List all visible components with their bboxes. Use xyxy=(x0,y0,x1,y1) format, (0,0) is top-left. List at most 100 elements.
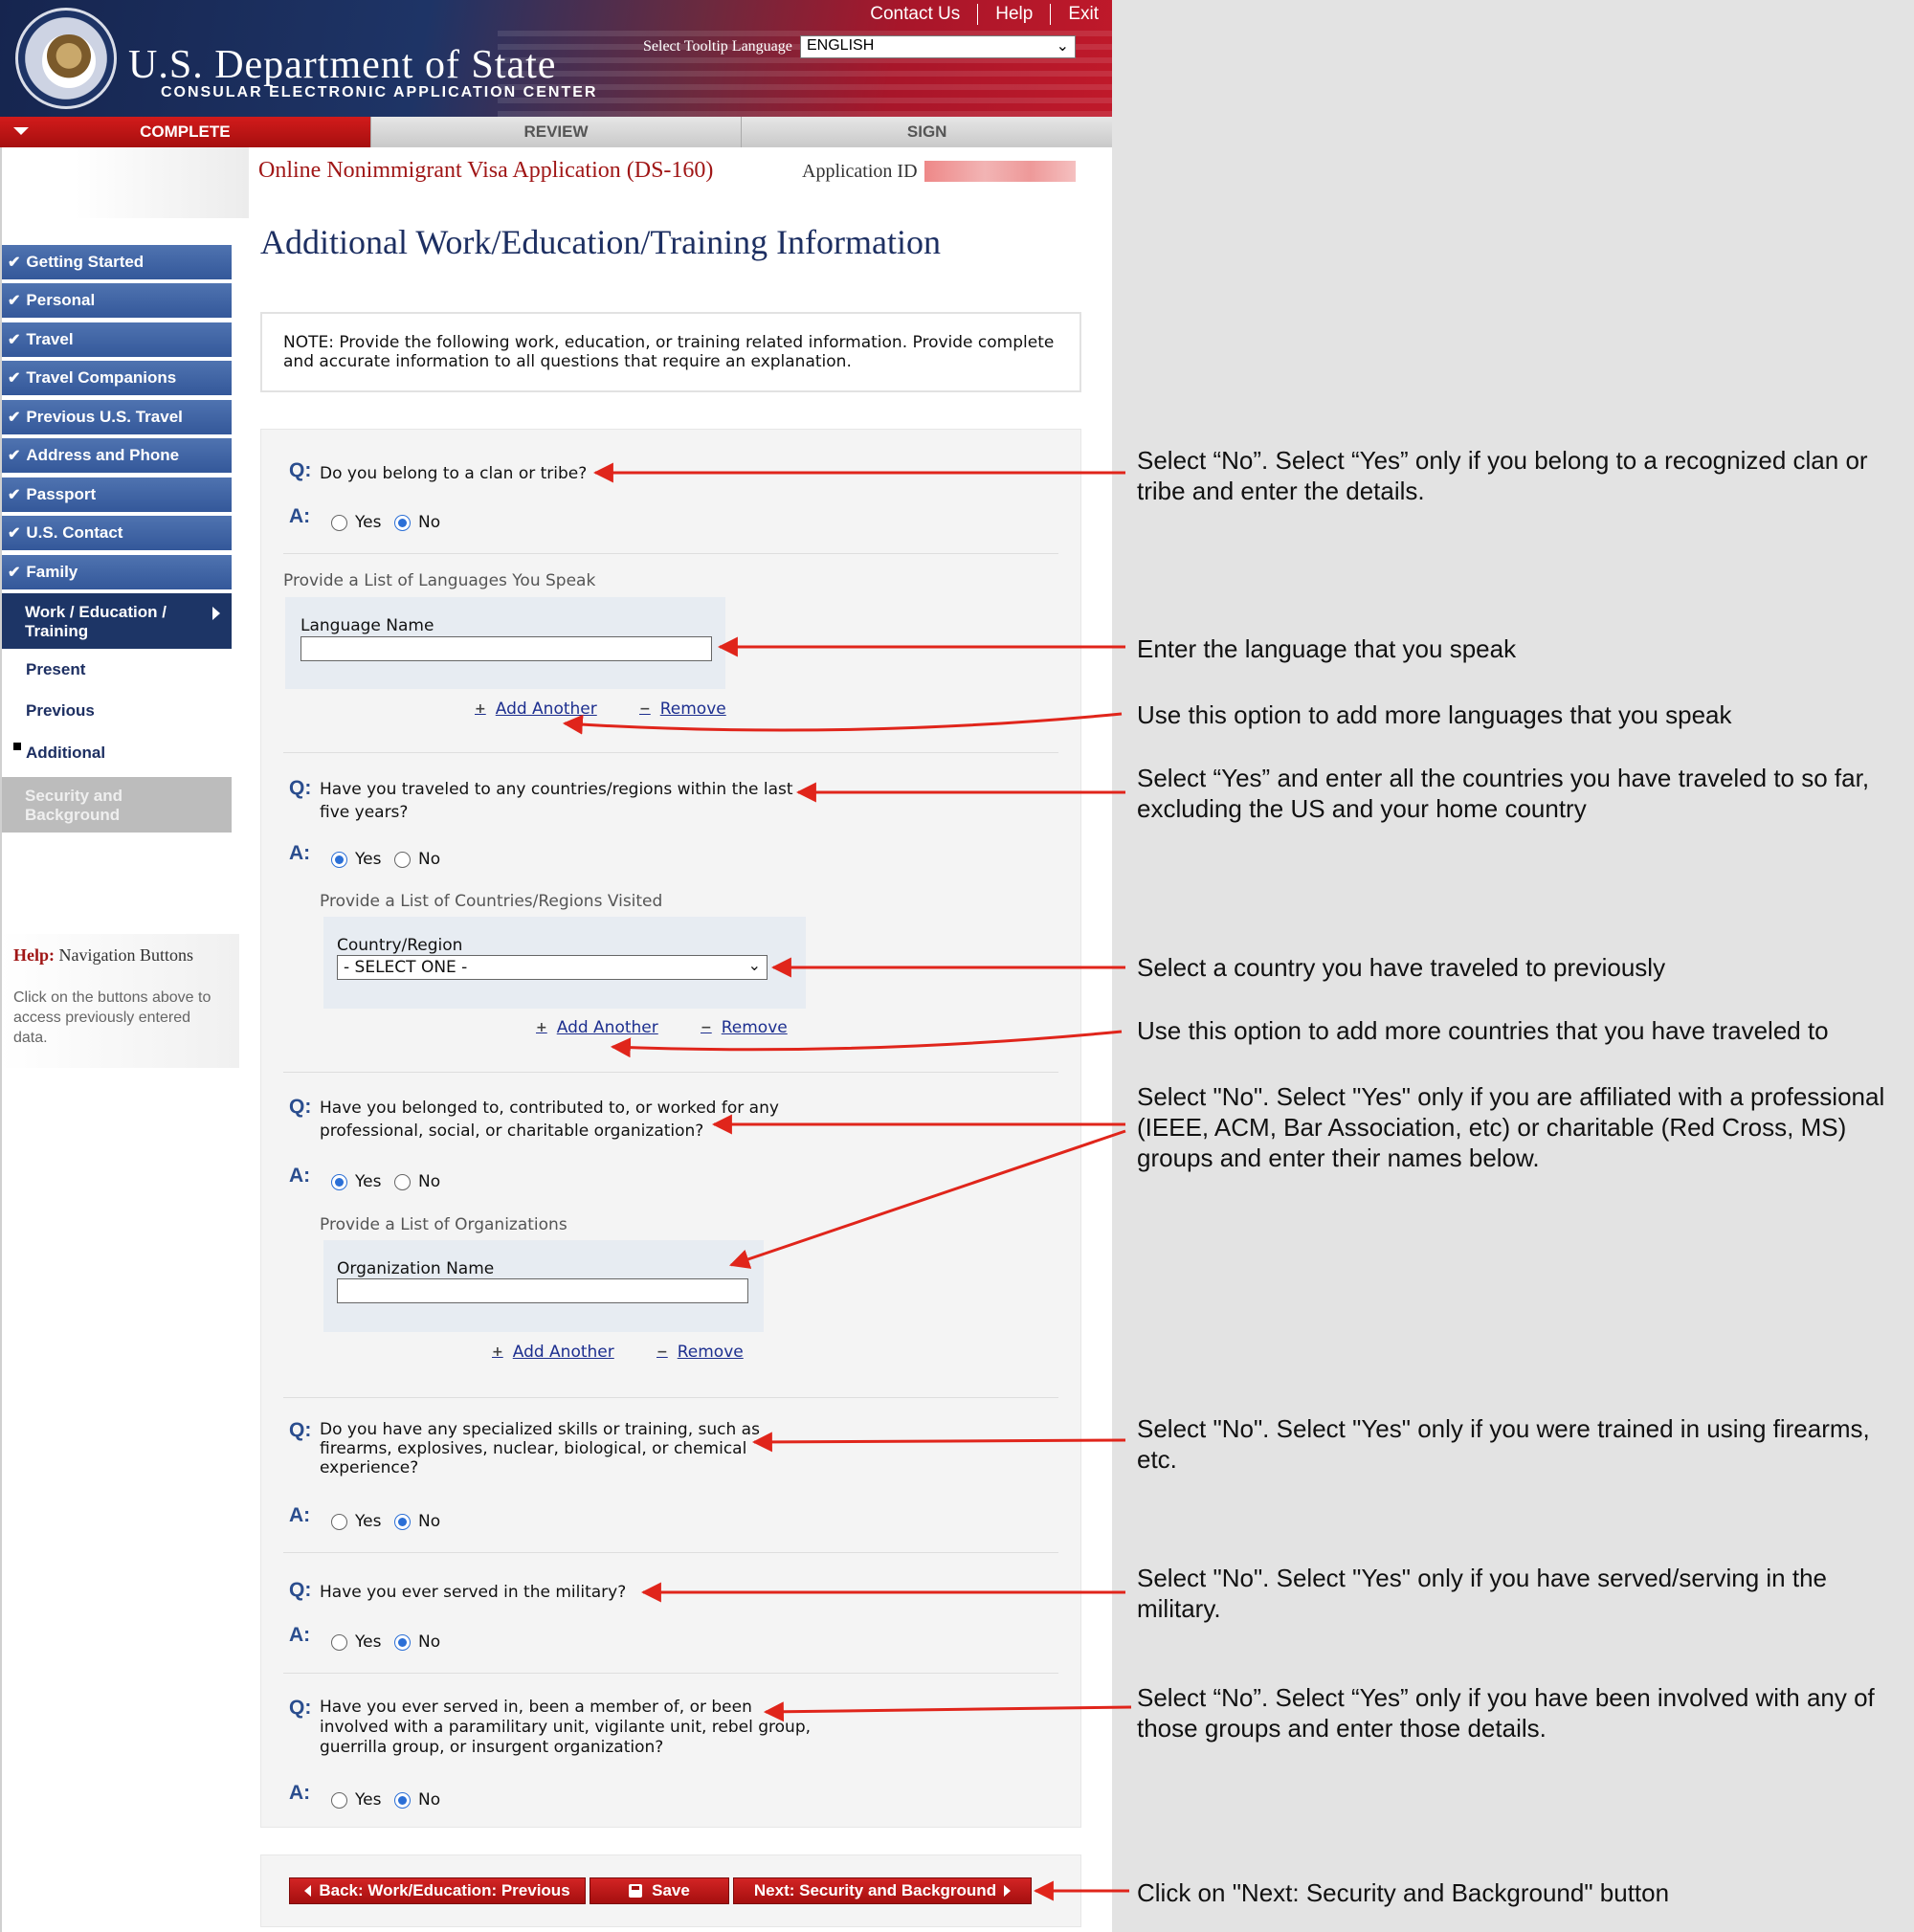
application-title: Online Nonimmigrant Visa Application (DS… xyxy=(258,158,714,183)
add-country-link[interactable]: + Add Another xyxy=(536,1018,658,1037)
annotation-clan: Select “No”. Select “Yes” only if you be… xyxy=(1137,446,1868,505)
answer-marker: A: xyxy=(289,505,311,527)
sidebar-item-work-education[interactable]: Work / Education / Training xyxy=(0,593,232,649)
top-links: Contact Us Help Exit xyxy=(853,4,1099,25)
sidebar-item-getting-started[interactable]: ✔ Getting Started xyxy=(0,245,232,281)
country-region-select[interactable]: - SELECT ONE - ⌄ xyxy=(337,955,768,980)
annotation-add-country: Use this option to add more countries th… xyxy=(1137,1016,1829,1045)
sidebar-item-label: Passport xyxy=(26,485,97,503)
annotation-add-language: Use this option to add more languages th… xyxy=(1137,700,1732,729)
minus-icon: − xyxy=(639,701,651,717)
traveled-no-radio[interactable]: No xyxy=(394,850,440,869)
help-title-bold: Help: xyxy=(13,945,55,965)
radio-selected-icon xyxy=(331,851,347,868)
sidebar-item-personal[interactable]: ✔ Personal xyxy=(0,283,232,320)
check-icon: ✔ xyxy=(8,487,21,503)
sidebar-subitem-previous[interactable]: Previous xyxy=(26,701,95,721)
next-button[interactable]: Next: Security and Background xyxy=(733,1877,1032,1904)
radio-label: No xyxy=(418,513,441,532)
languages-heading: Provide a List of Languages You Speak xyxy=(283,571,596,590)
application-id-redacted xyxy=(924,161,1076,182)
sidebar-item-label: Security and xyxy=(25,787,123,805)
remove-organization-link[interactable]: − Remove xyxy=(657,1343,744,1362)
tooltip-language-select[interactable]: ENGLISH ⌄ xyxy=(800,35,1076,58)
question-skills: Do you have any specialized skills or tr… xyxy=(320,1420,760,1477)
add-language-link[interactable]: + Add Another xyxy=(475,700,597,719)
annotation-military: Select "No". Select "Yes" only if you ha… xyxy=(1137,1564,1828,1623)
save-button[interactable]: Save xyxy=(590,1877,729,1904)
help-link[interactable]: Help xyxy=(978,4,1052,25)
link-label: Remove xyxy=(659,700,726,719)
answer-marker: A: xyxy=(289,1624,311,1646)
sidebar-item-family[interactable]: ✔ Family xyxy=(0,555,232,591)
save-disk-icon xyxy=(629,1884,643,1898)
help-title-text: Navigation Buttons xyxy=(58,945,194,965)
check-icon: ✔ xyxy=(8,448,21,464)
sidebar-item-us-contact[interactable]: ✔ U.S. Contact xyxy=(0,516,232,552)
radio-label: Yes xyxy=(355,1632,382,1652)
sidebar-top xyxy=(0,147,249,218)
remove-country-link[interactable]: − Remove xyxy=(701,1018,788,1037)
radio-label: Yes xyxy=(355,850,382,869)
minus-icon: − xyxy=(657,1344,668,1360)
radio-selected-icon xyxy=(394,514,411,531)
sidebar-item-security-background[interactable]: Security and Background xyxy=(0,777,232,833)
check-icon: ✔ xyxy=(8,370,21,387)
tab-review[interactable]: REVIEW xyxy=(369,117,742,147)
radio-selected-icon xyxy=(394,1513,411,1530)
page-left-border xyxy=(0,147,2,1932)
divider xyxy=(283,553,1058,554)
button-label: Back: Work/Education: Previous xyxy=(319,1881,570,1899)
divider xyxy=(283,1673,1058,1674)
radio-icon xyxy=(331,1791,347,1809)
question-marker: Q: xyxy=(289,1096,312,1118)
exit-link[interactable]: Exit xyxy=(1051,4,1099,25)
sidebar-item-passport[interactable]: ✔ Passport xyxy=(0,477,232,514)
organization-no-radio[interactable]: No xyxy=(394,1172,440,1191)
question-military: Have you ever served in the military? xyxy=(320,1583,627,1602)
back-button[interactable]: Back: Work/Education: Previous xyxy=(289,1877,586,1904)
sidebar-subitem-additional[interactable]: Additional xyxy=(26,744,105,763)
clan-no-radio[interactable]: No xyxy=(394,513,440,532)
sidebar-item-previous-us-travel[interactable]: ✔ Previous U.S. Travel xyxy=(0,400,232,436)
remove-language-link[interactable]: − Remove xyxy=(639,700,726,719)
application-id-label: Application ID xyxy=(802,161,918,182)
military-no-radio[interactable]: No xyxy=(394,1632,440,1652)
tab-sign[interactable]: SIGN xyxy=(741,117,1113,147)
question-line: involved with a paramilitary unit, vigil… xyxy=(320,1718,812,1737)
divider xyxy=(283,752,1058,753)
paramilitary-yes-radio[interactable]: Yes xyxy=(331,1790,381,1810)
tab-complete[interactable]: COMPLETE xyxy=(0,117,370,147)
clan-yes-radio[interactable]: Yes xyxy=(331,513,381,532)
question-line: firearms, explosives, nuclear, biologica… xyxy=(320,1439,747,1458)
skills-yes-radio[interactable]: Yes xyxy=(331,1512,381,1531)
question-line: experience? xyxy=(320,1458,419,1477)
language-name-input[interactable] xyxy=(300,636,712,661)
annotation-traveled: Select “Yes” and enter all the countries… xyxy=(1137,764,1870,823)
radio-selected-icon xyxy=(394,1633,411,1651)
sidebar-item-address-phone[interactable]: ✔ Address and Phone xyxy=(0,438,232,475)
sidebar-item-label: Travel Companions xyxy=(26,368,177,387)
annotation-next: Click on "Next: Security and Background"… xyxy=(1137,1878,1670,1907)
question-clan: Do you belong to a clan or tribe? xyxy=(320,464,588,483)
sidebar-item-travel[interactable]: ✔ Travel xyxy=(0,322,232,359)
tab-review-label: REVIEW xyxy=(523,122,589,141)
note-box: NOTE: Provide the following work, educat… xyxy=(260,312,1081,392)
contact-us-link[interactable]: Contact Us xyxy=(853,4,979,25)
traveled-yes-radio[interactable]: Yes xyxy=(331,850,381,869)
sidebar-item-label: Work / Education / xyxy=(25,603,167,621)
organization-yes-radio[interactable]: Yes xyxy=(331,1172,381,1191)
paramilitary-no-radio[interactable]: No xyxy=(394,1790,440,1810)
sidebar-item-travel-companions[interactable]: ✔ Travel Companions xyxy=(0,361,232,397)
military-yes-radio[interactable]: Yes xyxy=(331,1632,381,1652)
chevron-down-icon: ⌄ xyxy=(747,956,761,974)
sidebar-subitem-present[interactable]: Present xyxy=(26,660,85,679)
organization-name-input[interactable] xyxy=(337,1278,748,1303)
plus-icon: + xyxy=(536,1020,547,1035)
add-organization-link[interactable]: + Add Another xyxy=(492,1343,614,1362)
radio-label: No xyxy=(418,1632,441,1652)
sidebar-item-label: Personal xyxy=(26,291,96,309)
radio-label: No xyxy=(418,1512,441,1531)
radio-label: No xyxy=(418,1172,441,1191)
skills-no-radio[interactable]: No xyxy=(394,1512,440,1531)
